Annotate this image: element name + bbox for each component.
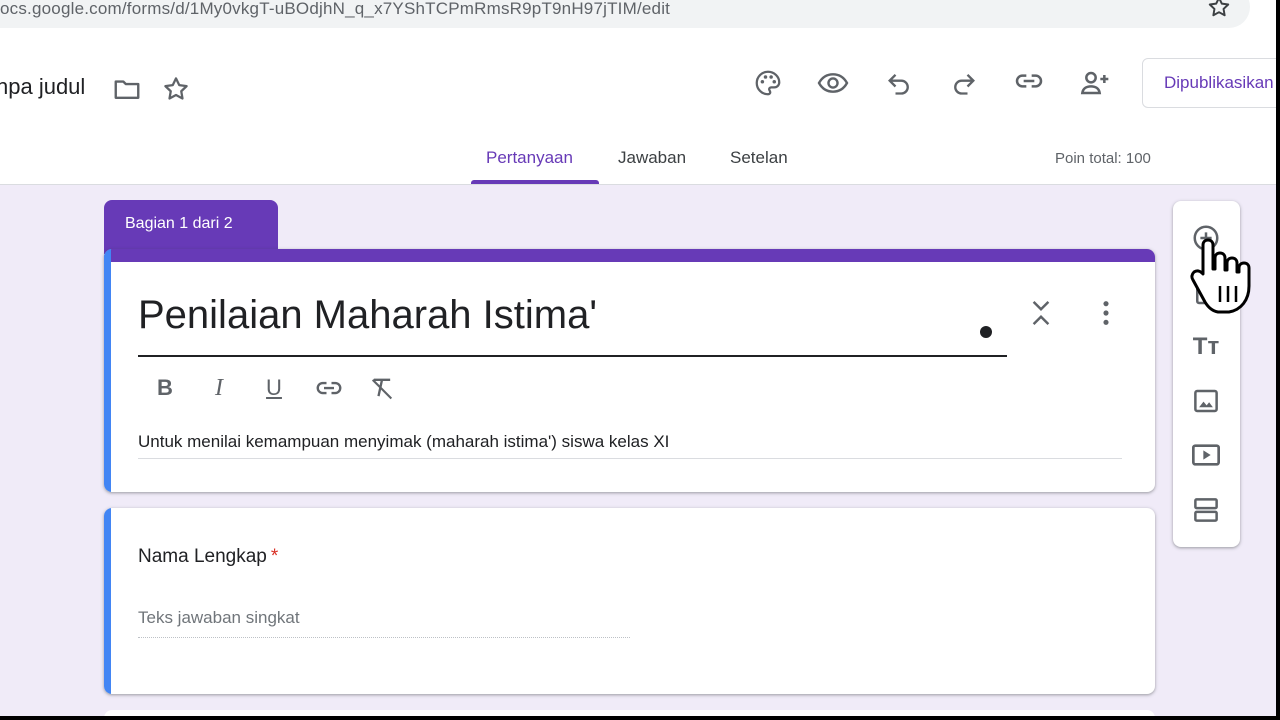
- screen-edge: [0, 716, 1280, 720]
- insert-link-icon[interactable]: [312, 373, 346, 403]
- url-text[interactable]: ocs.google.com/forms/d/1My0vkgT-uBOdjhN_…: [0, 0, 670, 19]
- form-title-input[interactable]: Penilaian Maharah Istima': [138, 293, 597, 338]
- section-label: Bagian 1 dari 2: [104, 200, 278, 254]
- folder-icon[interactable]: [110, 72, 144, 106]
- form-title-card[interactable]: Penilaian Maharah Istima' B I U Untuk me…: [104, 249, 1155, 492]
- more-options-icon[interactable]: [1092, 297, 1120, 329]
- browser-viewport: ocs.google.com/forms/d/1My0vkgT-uBOdjhN_…: [0, 0, 1276, 716]
- card-accent-bar: [104, 249, 1155, 262]
- palette-icon[interactable]: [751, 66, 785, 100]
- active-tab-indicator: [471, 180, 599, 184]
- address-bar[interactable]: ocs.google.com/forms/d/1My0vkgT-uBOdjhN_…: [0, 0, 1250, 28]
- active-card-indicator: [104, 508, 111, 694]
- question-title-text: Nama Lengkap: [138, 546, 267, 567]
- publish-button[interactable]: Dipublikasikan: [1142, 58, 1276, 108]
- add-image-icon[interactable]: [1187, 382, 1225, 420]
- required-asterisk: *: [270, 546, 279, 567]
- screen-edge: [1276, 0, 1280, 720]
- link-icon[interactable]: [1012, 64, 1046, 98]
- forms-header: npa judul Dipublikasikan Pertanyaan Jawa…: [0, 38, 1276, 185]
- underline-button[interactable]: U: [257, 373, 291, 403]
- answer-underline: [138, 637, 630, 638]
- redo-icon[interactable]: [947, 66, 981, 100]
- add-video-icon[interactable]: [1187, 436, 1225, 474]
- title-underline: [138, 355, 1007, 357]
- collapse-section-icon[interactable]: [1026, 297, 1056, 329]
- question-card[interactable]: Nama Lengkap * Teks jawaban singkat: [104, 508, 1155, 694]
- add-person-icon[interactable]: [1078, 66, 1112, 100]
- undo-icon[interactable]: [882, 66, 916, 100]
- star-icon[interactable]: [159, 72, 193, 106]
- clear-formatting-icon[interactable]: [365, 373, 399, 403]
- short-answer-placeholder: Teks jawaban singkat: [138, 608, 300, 627]
- active-card-indicator: [104, 249, 111, 492]
- add-section-icon[interactable]: [1187, 491, 1225, 529]
- add-title-icon[interactable]: Tт: [1187, 328, 1225, 366]
- hand-cursor-icon: [1190, 238, 1251, 314]
- text-cursor-dot: [980, 326, 992, 338]
- tab-questions[interactable]: Pertanyaan: [486, 148, 573, 168]
- italic-button[interactable]: I: [202, 373, 236, 403]
- address-bar-area: ocs.google.com/forms/d/1My0vkgT-uBOdjhN_…: [0, 0, 1276, 38]
- document-title[interactable]: npa judul: [0, 74, 85, 100]
- tab-settings[interactable]: Setelan: [730, 148, 788, 168]
- form-description-input[interactable]: Untuk menilai kemampuan menyimak (mahara…: [138, 432, 669, 452]
- eye-icon[interactable]: [816, 66, 850, 100]
- description-underline: [138, 458, 1122, 459]
- tab-responses[interactable]: Jawaban: [618, 148, 686, 168]
- question-title[interactable]: Nama Lengkap *: [138, 546, 278, 568]
- bookmark-star-icon[interactable]: [1206, 0, 1232, 20]
- total-points: Poin total: 100: [1055, 150, 1151, 167]
- bold-button[interactable]: B: [148, 373, 182, 403]
